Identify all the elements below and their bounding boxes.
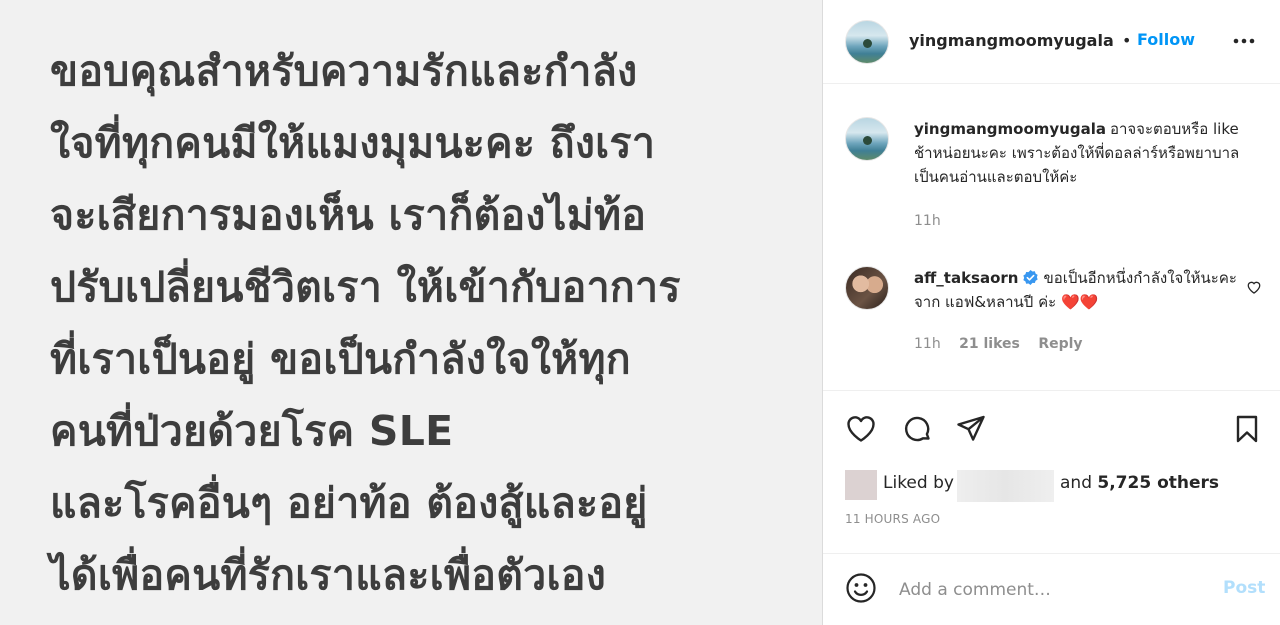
comment-username[interactable]: yingmangmoomyugala [914,120,1106,138]
post-text-line: ได้เพื่อคนที่รักเราและเพื่อตัวเอง [50,551,607,599]
post-text-line: ใจที่ทุกคนมีให้แมงมุมนะคะ ถึงเรา [50,119,656,167]
emoji-icon[interactable] [845,572,877,604]
post-text-line: ปรับเปลี่ยนชีวิตเรา ให้เข้ากับอาการ [50,263,681,311]
share-paper-plane-icon[interactable] [955,413,987,445]
comment-body: aff_taksaorn ขอเป็นอีกหนึ่งกำลังใจให้นะค… [914,266,1254,314]
likes-summary: Liked by and 5,725 others [845,470,1265,502]
post-text-line: ขอบคุณสำหรับความรักและกำลัง [50,47,638,95]
actions-divider [823,390,1280,391]
post-text-line: ที่เราเป็นอยู่ ขอเป็นกำลังใจให้ทุก [50,335,631,383]
likes-others-count[interactable]: 5,725 others [1097,473,1219,493]
post-image: ขอบคุณสำหรับความรักและกำลัง ใจที่ทุกคนมี… [0,0,822,625]
comment-meta: 11h 21 likes Reply [914,336,1097,352]
post-timestamp[interactable]: 11 HOURS AGO [845,512,940,526]
commenter-avatar[interactable] [845,117,889,161]
composer-divider [823,553,1280,554]
like-heart-icon[interactable] [845,413,877,445]
liker-name-blurred[interactable] [957,470,1054,502]
post-comment-button[interactable]: Post [1223,578,1265,598]
follow-button[interactable]: Follow [1137,30,1195,49]
reply-button[interactable]: Reply [1038,336,1082,352]
post-text-block: ขอบคุณสำหรับความรักและกำลัง ใจที่ทุกคนมี… [50,35,810,611]
action-bar [823,405,1280,451]
comment-bubble-icon[interactable] [901,413,933,445]
likes-and-label: and [1060,473,1092,493]
commenter-avatar[interactable] [845,266,889,310]
liker-avatar[interactable] [845,470,877,500]
comment-body: yingmangmoomyugala อาจจะตอบหรือ like ช้าห… [914,117,1254,189]
liked-by-label: Liked by [883,473,954,493]
comment-username[interactable]: aff_taksaorn [914,269,1018,287]
more-options-icon[interactable] [1231,30,1257,52]
likes-others[interactable]: and 5,725 others [1060,473,1219,493]
comment-input[interactable] [899,576,1199,604]
save-bookmark-icon[interactable] [1231,413,1263,445]
post-sidebar: yingmangmoomyugala • Follow yingmangmoom… [823,0,1280,625]
comment-likes-count[interactable]: 21 likes [959,336,1020,352]
post-text-line: จะเสียการมองเห็น เราก็ต้องไม่ท้อ [50,191,647,239]
post-text-line: คนที่ป่วยด้วยโรค SLE [50,407,454,455]
like-comment-heart-icon[interactable] [1246,280,1262,294]
author-avatar[interactable] [845,20,889,64]
verified-badge-icon [1023,270,1039,285]
separator-dot: • [1122,31,1132,50]
post-header: yingmangmoomyugala • Follow [823,0,1280,84]
comment-meta: 11h [914,213,955,229]
comment-time[interactable]: 11h [914,213,941,229]
author-username[interactable]: yingmangmoomyugala [909,31,1114,50]
comment-time[interactable]: 11h [914,336,941,352]
post-text-line: และโรคอื่นๆ อย่าท้อ ต้องสู้และอยู่ [50,479,648,527]
